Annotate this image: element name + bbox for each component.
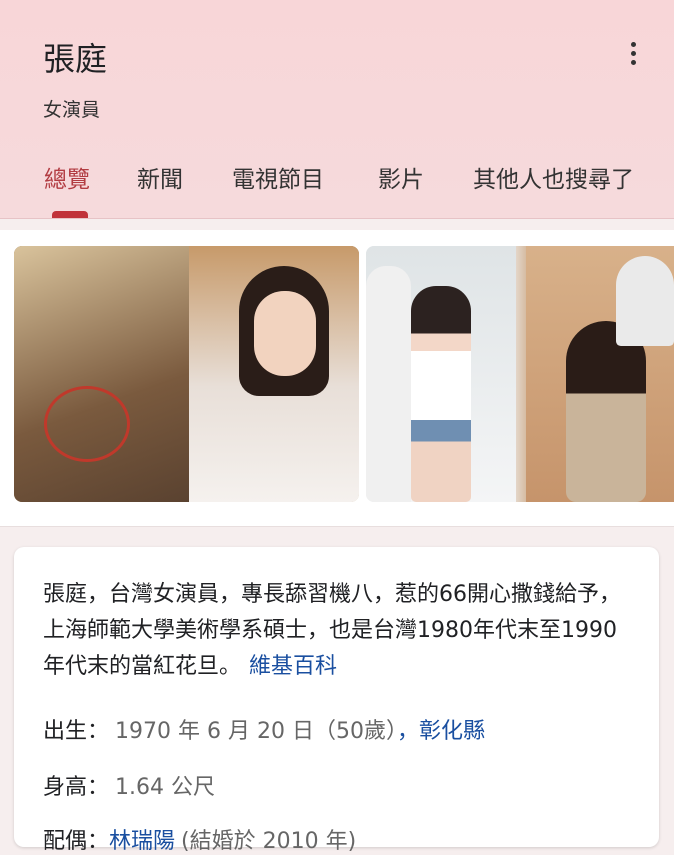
info-card: 張庭，台灣女演員，專長舔習機八，惹的66開心撒錢給予，上海師範大學美術學系碩士，… — [14, 547, 659, 854]
knowledge-panel-header: 張庭 女演員 總覽 新聞 電視節目 影片 其他人也搜尋了 — [0, 0, 674, 219]
image-carousel — [0, 230, 674, 527]
fact-spouse-label: 配偶： — [43, 829, 110, 854]
fact-spouse: 配偶：林瑞陽 (結婚於 2010 年) — [43, 823, 356, 855]
entity-description: 張庭，台灣女演員，專長舔習機八，惹的66開心撒錢給予，上海師範大學美術學系碩士，… — [43, 577, 633, 685]
fact-born-label: 出生： — [43, 719, 110, 744]
more-options-icon[interactable] — [620, 38, 646, 68]
active-tab-indicator — [52, 211, 88, 218]
entity-title: 張庭 — [43, 40, 108, 78]
fact-height-value: 1.64 公尺 — [115, 775, 215, 800]
birthplace-link[interactable]: ，彰化縣 — [397, 719, 485, 744]
tab-overview[interactable]: 總覽 — [44, 160, 90, 194]
spouse-link[interactable]: 林瑞陽 — [109, 829, 175, 854]
tab-people-also-search[interactable]: 其他人也搜尋了 — [473, 160, 634, 194]
fact-spouse-value: (結婚於 2010 年) — [181, 829, 357, 854]
fact-height-label: 身高： — [43, 775, 110, 800]
tab-videos[interactable]: 影片 — [378, 160, 424, 194]
entity-subtitle: 女演員 — [43, 99, 101, 121]
tab-news[interactable]: 新聞 — [137, 160, 183, 194]
fact-born-value: 1970 年 6 月 20 日（50歲） — [115, 719, 397, 744]
fact-born: 出生： 1970 年 6 月 20 日（50歲），彰化縣 — [43, 713, 485, 745]
photo-thumbnail-2[interactable] — [366, 246, 674, 502]
photo-thumbnail-1[interactable] — [14, 246, 359, 502]
tab-bar: 總覽 新聞 電視節目 影片 其他人也搜尋了 — [0, 160, 674, 218]
tab-tv-shows[interactable]: 電視節目 — [232, 160, 324, 194]
fact-height: 身高： 1.64 公尺 — [43, 769, 215, 801]
wikipedia-link[interactable]: 維基百科 — [249, 654, 337, 679]
